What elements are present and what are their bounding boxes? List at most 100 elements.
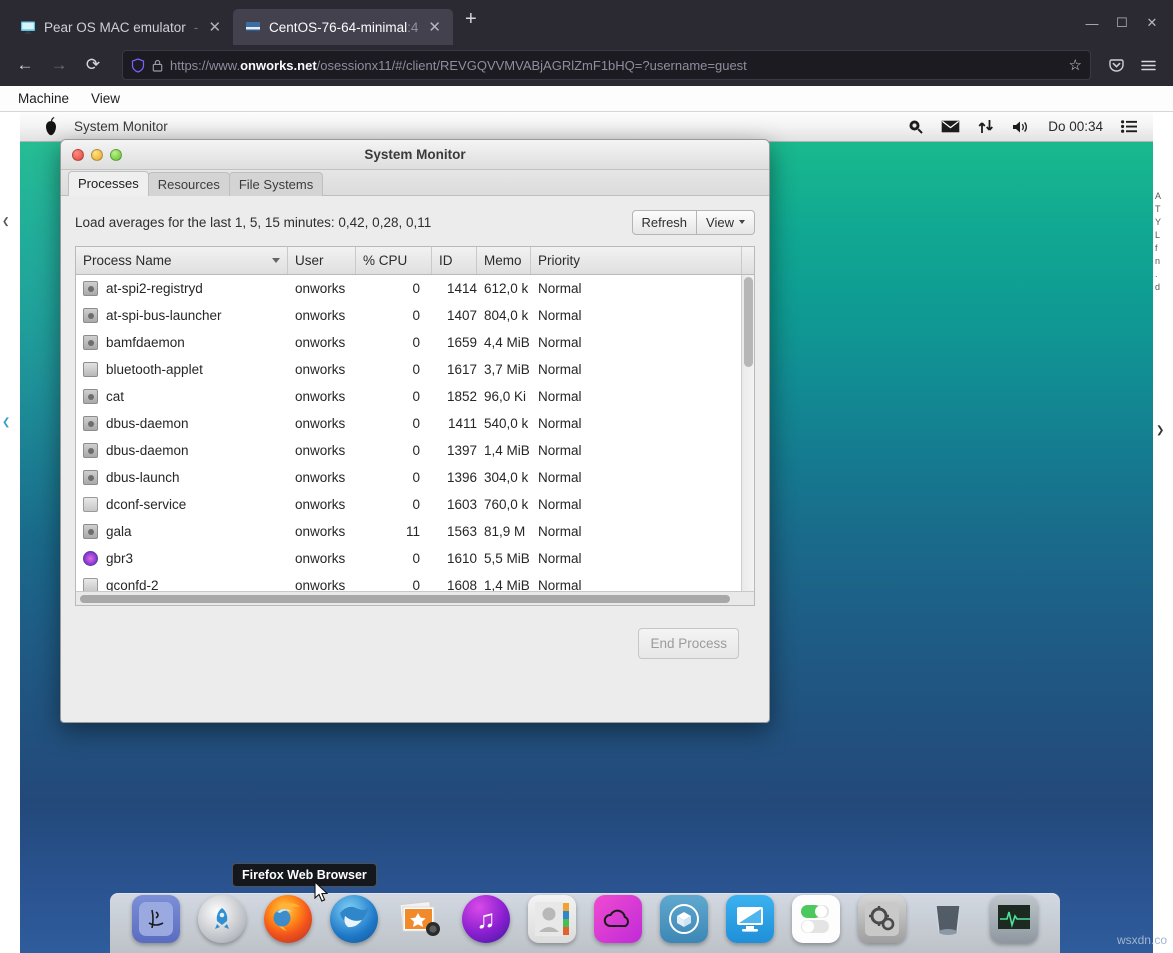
tab-file-systems[interactable]: File Systems bbox=[229, 172, 323, 196]
dock-item-cloud[interactable] bbox=[594, 895, 642, 943]
table-row[interactable]: at-spi-bus-launcheronworks01407804,0 kNo… bbox=[76, 302, 754, 329]
table-row[interactable]: dbus-daemononworks01411540,0 kNormal bbox=[76, 410, 754, 437]
tab-resources[interactable]: Resources bbox=[148, 172, 230, 196]
dock-item-system-settings[interactable] bbox=[858, 895, 906, 943]
back-button[interactable]: ← bbox=[10, 50, 40, 80]
vertical-scrollbar[interactable] bbox=[741, 275, 754, 591]
process-icon bbox=[83, 389, 98, 404]
browser-tab-0[interactable]: Pear OS MAC emulator - ✕ bbox=[8, 9, 233, 45]
cell-memory: 804,0 k bbox=[477, 308, 531, 323]
cell-process-name: gconfd-2 bbox=[76, 578, 288, 591]
table-row[interactable]: galaonworks11156381,9 MNormal bbox=[76, 518, 754, 545]
table-row[interactable]: bluetooth-appletonworks016173,7 MiBNorma… bbox=[76, 356, 754, 383]
table-row[interactable]: dbus-launchonworks01396304,0 kNormal bbox=[76, 464, 754, 491]
cell-cpu: 0 bbox=[356, 470, 432, 485]
end-process-button[interactable]: End Process bbox=[638, 628, 739, 659]
new-tab-button[interactable]: + bbox=[453, 9, 489, 35]
cell-priority: Normal bbox=[531, 524, 754, 539]
dock-item-launchpad[interactable] bbox=[198, 895, 246, 943]
shield-icon[interactable] bbox=[131, 58, 145, 73]
list-icon[interactable] bbox=[1121, 120, 1137, 133]
search-icon[interactable] bbox=[908, 119, 923, 134]
vm-menu-view[interactable]: View bbox=[85, 89, 126, 108]
vm-menu-machine[interactable]: Machine bbox=[12, 89, 75, 108]
volume-icon[interactable] bbox=[1012, 120, 1030, 134]
cell-memory: 3,7 MiB bbox=[477, 362, 531, 377]
sort-descending-icon bbox=[272, 258, 280, 263]
dock-item-settings-toggle[interactable] bbox=[792, 895, 840, 943]
column-header-memory[interactable]: Memo bbox=[477, 247, 531, 274]
cell-process-name: dbus-daemon bbox=[76, 443, 288, 458]
table-row[interactable]: gconfd-2onworks016081,4 MiBNormal bbox=[76, 572, 754, 591]
tab-close-icon[interactable]: ✕ bbox=[426, 20, 443, 35]
vertical-scrollbar-thumb[interactable] bbox=[744, 277, 753, 367]
cell-cpu: 0 bbox=[356, 497, 432, 512]
dock-item-contacts[interactable] bbox=[528, 895, 576, 943]
tab-processes[interactable]: Processes bbox=[68, 171, 149, 196]
table-row[interactable]: dconf-serviceonworks01603760,0 kNormal bbox=[76, 491, 754, 518]
minimize-button[interactable]: — bbox=[1077, 10, 1107, 36]
horizontal-scrollbar[interactable] bbox=[76, 591, 754, 605]
system-monitor-titlebar[interactable]: System Monitor bbox=[61, 140, 769, 170]
dock-item-music[interactable]: ♫ bbox=[462, 895, 510, 943]
maximize-button[interactable]: ☐ bbox=[1107, 10, 1137, 36]
dock-item-software-center[interactable] bbox=[660, 895, 708, 943]
address-bar[interactable]: https://www.onworks.net/osessionx11/#/cl… bbox=[122, 50, 1091, 80]
cell-id: 1603 bbox=[432, 497, 477, 512]
network-updown-icon[interactable] bbox=[978, 119, 994, 134]
dock-item-system-monitor[interactable] bbox=[990, 895, 1038, 943]
cell-process-name: bluetooth-applet bbox=[76, 362, 288, 377]
cell-priority: Normal bbox=[531, 308, 754, 323]
close-button[interactable]: ✕ bbox=[1137, 10, 1167, 36]
star-icon[interactable]: ☆ bbox=[1065, 56, 1082, 74]
dock-item-finder[interactable] bbox=[132, 895, 180, 943]
cell-cpu: 0 bbox=[356, 551, 432, 566]
tab-strip: Pear OS MAC emulator - ✕ CentOS-76-64-mi… bbox=[0, 0, 1173, 44]
cell-id: 1608 bbox=[432, 578, 477, 591]
table-row[interactable]: dbus-daemononworks013971,4 MiBNormal bbox=[76, 437, 754, 464]
toolbar-buttons: Refresh View bbox=[632, 210, 755, 235]
dock-item-photos[interactable] bbox=[396, 895, 444, 943]
table-row[interactable]: gbr3onworks016105,5 MiBNormal bbox=[76, 545, 754, 572]
column-header-user[interactable]: User bbox=[288, 247, 356, 274]
table-row[interactable]: at-spi2-registrydonworks01414612,0 kNorm… bbox=[76, 275, 754, 302]
cell-priority: Normal bbox=[531, 362, 754, 377]
dock-item-displays[interactable] bbox=[726, 895, 774, 943]
dock-item-trash[interactable] bbox=[924, 895, 972, 943]
process-icon bbox=[83, 308, 98, 323]
table-row[interactable]: catonworks0185296,0 KiNormal bbox=[76, 383, 754, 410]
menubar-clock[interactable]: Do 00:34 bbox=[1048, 119, 1103, 134]
cell-priority: Normal bbox=[531, 389, 754, 404]
right-panel-line-2: Y bbox=[1155, 216, 1171, 229]
cell-user: onworks bbox=[288, 362, 356, 377]
tab-close-icon[interactable]: ✕ bbox=[206, 20, 223, 35]
refresh-button[interactable]: Refresh bbox=[632, 210, 698, 235]
process-name-label: gconfd-2 bbox=[106, 578, 159, 591]
pear-logo-icon[interactable] bbox=[42, 117, 60, 136]
mail-icon[interactable] bbox=[941, 120, 960, 133]
column-header-process-name[interactable]: Process Name bbox=[76, 247, 288, 274]
table-row[interactable]: bamfdaemononworks016594,4 MiBNormal bbox=[76, 329, 754, 356]
dock-item-thunderbird[interactable] bbox=[330, 895, 378, 943]
forward-button[interactable]: → bbox=[44, 50, 74, 80]
load-average-row: Load averages for the last 1, 5, 15 minu… bbox=[75, 208, 755, 236]
view-dropdown-label: View bbox=[706, 215, 734, 230]
hamburger-menu-icon[interactable] bbox=[1133, 50, 1163, 80]
menubar-status-icons: Do 00:34 bbox=[908, 119, 1153, 134]
reload-button[interactable]: ⟳ bbox=[78, 50, 108, 80]
view-dropdown-button[interactable]: View bbox=[697, 210, 755, 235]
cell-user: onworks bbox=[288, 416, 356, 431]
cell-user: onworks bbox=[288, 470, 356, 485]
process-name-label: gala bbox=[106, 524, 132, 539]
column-header-cpu[interactable]: % CPU bbox=[356, 247, 432, 274]
browser-tab-1[interactable]: CentOS-76-64-minimal:4 ✕ bbox=[233, 9, 453, 45]
right-panel-sliver: A T Y L f n . d ❯ bbox=[1153, 172, 1173, 953]
column-header-id[interactable]: ID bbox=[432, 247, 477, 274]
column-header-priority[interactable]: Priority bbox=[531, 247, 741, 274]
dock-item-firefox[interactable] bbox=[264, 895, 312, 943]
header-scrollbar-spacer bbox=[741, 247, 754, 274]
pocket-icon[interactable] bbox=[1101, 50, 1131, 80]
browser-window: Pear OS MAC emulator - ✕ CentOS-76-64-mi… bbox=[0, 0, 1173, 953]
dock-tooltip: Firefox Web Browser bbox=[232, 863, 377, 887]
horizontal-scrollbar-thumb[interactable] bbox=[80, 595, 730, 603]
